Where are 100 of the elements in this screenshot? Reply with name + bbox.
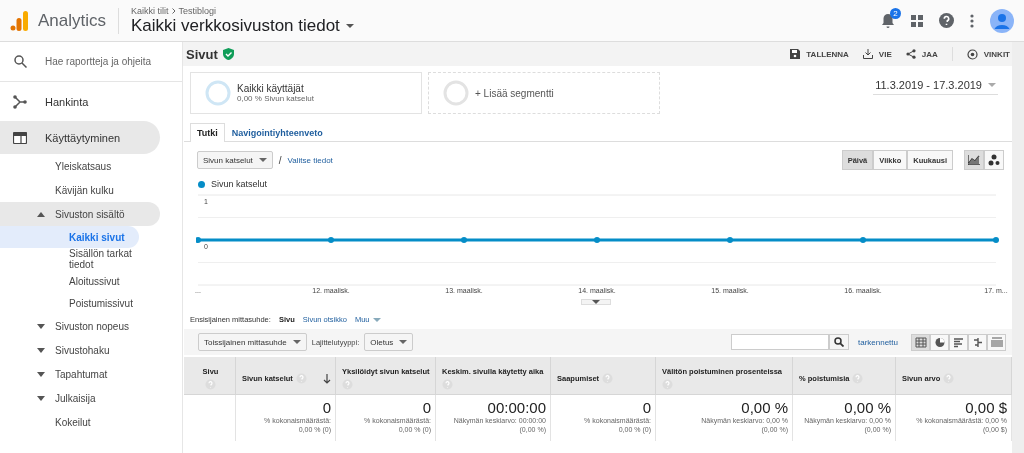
- breadcrumb-link[interactable]: Kaikki tilit: [131, 5, 169, 16]
- date-range-picker[interactable]: 11.3.2019 - 17.3.2019: [873, 76, 998, 95]
- report-title: Sivut: [186, 46, 218, 62]
- nav-item[interactable]: Kävijän kulku: [0, 178, 160, 202]
- save-icon: [790, 49, 801, 59]
- expand-triangle-icon[interactable]: [37, 323, 45, 329]
- view-selector[interactable]: Kaikki verkkosivuston tiedot: [131, 15, 340, 36]
- chart-collapse-toggle[interactable]: [581, 299, 611, 305]
- more-icon[interactable]: [970, 13, 974, 28]
- nav-item[interactable]: Sivustohaku: [0, 338, 160, 362]
- metric-dropdown[interactable]: Sivun katselut: [197, 151, 273, 169]
- chevron-icon: [171, 7, 176, 14]
- nav-section[interactable]: Käyttäytyminen: [0, 121, 160, 154]
- data-point[interactable]: [860, 237, 866, 243]
- nav-subitem[interactable]: Sisällön tarkat tiedot: [0, 248, 139, 270]
- expand-triangle-icon[interactable]: [37, 347, 45, 353]
- table-search-field[interactable]: [730, 334, 829, 350]
- bell-icon[interactable]: [881, 12, 895, 29]
- analytics-logo-icon: [10, 10, 28, 31]
- apps-grid-icon[interactable]: [911, 14, 923, 27]
- data-point[interactable]: [993, 237, 999, 243]
- segment-card[interactable]: Kaikki käyttäjät 0,00 % Sivun katselut: [190, 72, 422, 114]
- report-action-button[interactable]: JAA: [905, 49, 938, 59]
- share-icon: [905, 49, 916, 59]
- nav-item[interactable]: Sivuston nopeus: [0, 314, 160, 338]
- search-icon[interactable]: [14, 55, 27, 68]
- data-point[interactable]: [594, 237, 600, 243]
- total-value: 0,00 %: [741, 399, 788, 416]
- table-icon: [914, 336, 927, 348]
- secondary-dimension-dropdown[interactable]: Toissijainen mittasuhde: [198, 333, 307, 351]
- avatar-icon[interactable]: [990, 8, 1014, 33]
- pivot-icon: [990, 336, 1003, 348]
- report-action-button[interactable]: TALLENNA: [790, 49, 849, 59]
- nav-item[interactable]: Sivuston sisältö: [0, 202, 160, 226]
- branch-icon: [13, 94, 27, 109]
- caret-icon: [372, 317, 381, 322]
- report-search-field[interactable]: Hae raportteja ja ohjeita: [43, 55, 177, 68]
- empty-ring-icon: [443, 80, 469, 106]
- nav-item[interactable]: Tapahtumat: [0, 362, 160, 386]
- total-value: 0: [322, 399, 331, 416]
- sort-arrow-icon[interactable]: [323, 373, 331, 384]
- caret-icon: [592, 300, 600, 304]
- breadcrumb-link[interactable]: Testiblogi: [178, 5, 217, 16]
- sort-type-dropdown[interactable]: Oletus: [364, 333, 414, 351]
- window-icon: [13, 131, 27, 144]
- legend-dot: [198, 180, 205, 188]
- caret-icon: [988, 83, 996, 87]
- add-segment-button[interactable]: + Lisää segmentti: [428, 72, 660, 114]
- search-button[interactable]: [828, 334, 849, 350]
- nav-section[interactable]: Hankinta: [0, 85, 160, 118]
- pie-icon: [933, 336, 946, 348]
- table-view-button[interactable]: [911, 333, 930, 351]
- nav-subitem[interactable]: Aloitussivut: [0, 270, 139, 292]
- total-value: 0,00 %: [844, 399, 891, 416]
- notification-badge: 2: [890, 7, 901, 19]
- bubble-chart-button[interactable]: [984, 150, 1004, 170]
- total-value: 0,00 $: [965, 399, 1007, 416]
- verified-shield-icon: [222, 48, 234, 60]
- segment-detail: 0,00 % Sivun katselut: [237, 94, 314, 103]
- nav-subitem[interactable]: Kaikki sivut: [0, 226, 139, 248]
- expand-triangle-icon[interactable]: [37, 395, 45, 401]
- advanced-filter-link[interactable]: tarkennettu: [857, 337, 898, 347]
- nav-subitem[interactable]: Poistumissivut: [0, 292, 139, 314]
- report-tab[interactable]: Navigointiyhteenveto: [224, 123, 330, 142]
- line-chart-icon: [968, 155, 980, 165]
- pie-view-button[interactable]: [930, 333, 949, 351]
- performance-icon: [952, 336, 965, 348]
- total-value: 0: [422, 399, 431, 416]
- total-value: 00:00:00: [487, 399, 546, 416]
- caret-icon: [399, 340, 408, 344]
- legend-label: Sivun katselut: [211, 179, 268, 189]
- bubbles-icon: [988, 154, 1000, 166]
- report-action-button[interactable]: VIE: [862, 49, 892, 59]
- caret-icon: [292, 340, 301, 344]
- nav-item[interactable]: Julkaisija: [0, 386, 160, 410]
- search-icon: [833, 337, 844, 347]
- data-point[interactable]: [727, 237, 733, 243]
- segment-ring-icon: [205, 80, 231, 106]
- data-point[interactable]: [328, 237, 334, 243]
- nav-item[interactable]: Kokeilut: [0, 410, 160, 434]
- performance-view-button[interactable]: [949, 333, 968, 351]
- product-name: Analytics: [38, 7, 120, 34]
- separator: /: [278, 154, 282, 166]
- download-icon: [862, 49, 873, 59]
- caret-icon: [345, 23, 354, 28]
- line-chart-button[interactable]: [964, 150, 984, 170]
- report-action-button[interactable]: VINKIT: [966, 48, 1010, 60]
- data-point[interactable]: [196, 237, 201, 243]
- collapse-triangle-icon[interactable]: [37, 211, 45, 217]
- expand-triangle-icon[interactable]: [37, 371, 45, 377]
- comparison-view-button[interactable]: [968, 333, 987, 351]
- total-value: 0: [642, 399, 651, 416]
- comparison-icon: [971, 336, 984, 348]
- segment-name: Kaikki käyttäjät: [237, 83, 305, 94]
- select-metric-link[interactable]: Valitse tiedot: [287, 155, 333, 165]
- report-tab[interactable]: Tutki: [190, 123, 225, 142]
- nav-item[interactable]: Yleiskatsaus: [0, 154, 160, 178]
- data-point[interactable]: [461, 237, 467, 243]
- caret-icon: [258, 158, 267, 162]
- help-icon[interactable]: [939, 13, 954, 28]
